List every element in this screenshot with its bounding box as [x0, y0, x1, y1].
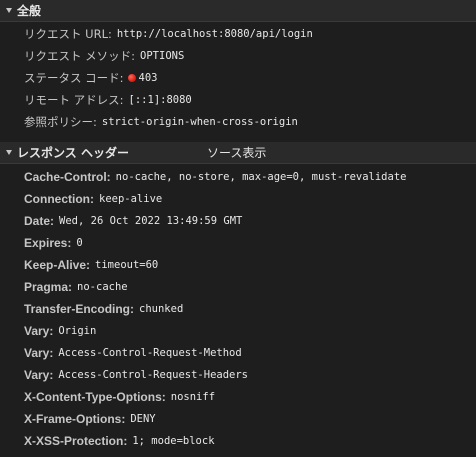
header-value: no-cache, no-store, max-age=0, must-reva…: [115, 171, 407, 183]
response-header-row: Pragma: no-cache: [24, 278, 128, 296]
triangle-down-icon[interactable]: [6, 8, 12, 13]
response-header-row: X-Frame-Options: DENY: [24, 410, 156, 428]
header-value: no-cache: [77, 281, 128, 293]
header-key: Vary:: [24, 368, 54, 382]
response-headers-section-header[interactable]: レスポンス ヘッダー ソース表示: [0, 142, 476, 164]
header-value: DENY: [130, 413, 156, 425]
header-value: nosniff: [170, 391, 216, 403]
view-source-link[interactable]: ソース表示: [207, 142, 266, 163]
header-key: ステータス コード:: [24, 71, 124, 85]
general-row-request-method: リクエスト メソッド: OPTIONS: [24, 47, 184, 65]
header-key: Vary:: [24, 346, 54, 360]
header-key: Keep-Alive:: [24, 258, 91, 272]
response-header-row: Vary: Access-Control-Request-Method: [24, 344, 242, 362]
response-header-row: Cache-Control: no-cache, no-store, max-a…: [24, 168, 406, 186]
header-value: timeout=60: [95, 259, 159, 271]
response-headers-section-title: レスポンス ヘッダー: [17, 146, 129, 160]
response-header-row: Transfer-Encoding: chunked: [24, 300, 183, 318]
header-key: X-Content-Type-Options:: [24, 390, 166, 404]
header-key: 参照ポリシー:: [24, 115, 97, 129]
header-value: chunked: [139, 303, 184, 315]
header-value: 0: [76, 237, 83, 249]
header-value: Wed, 26 Oct 2022 13:49:59 GMT: [59, 215, 243, 227]
header-value: Access-Control-Request-Headers: [58, 369, 249, 381]
general-row-status-code: ステータス コード: 403: [24, 69, 158, 87]
response-header-row: X-Content-Type-Options: nosniff: [24, 388, 215, 406]
header-key: リクエスト URL:: [24, 27, 112, 41]
header-key: Expires:: [24, 236, 72, 250]
header-key: Transfer-Encoding:: [24, 302, 135, 316]
general-row-request-url: リクエスト URL: http://localhost:8080/api/log…: [24, 25, 313, 43]
header-value: OPTIONS: [140, 50, 185, 62]
general-row-remote-address: リモート アドレス: [::1]:8080: [24, 91, 192, 109]
response-header-row: Vary: Access-Control-Request-Headers: [24, 366, 248, 384]
header-value: http://localhost:8080/api/login: [116, 28, 313, 40]
response-header-row: Expires: 0: [24, 234, 83, 252]
header-value: Origin: [58, 325, 97, 337]
devtools-headers-panel: 全般 リクエスト URL: http://localhost:8080/api/…: [0, 0, 476, 457]
status-dot-icon: [127, 74, 136, 82]
general-section-header[interactable]: 全般: [0, 0, 476, 22]
response-header-row: X-XSS-Protection: 1; mode=block: [24, 432, 215, 450]
response-header-row: Date: Wed, 26 Oct 2022 13:49:59 GMT: [24, 212, 242, 230]
header-key: Date:: [24, 214, 55, 228]
header-key: リモート アドレス:: [24, 93, 124, 107]
general-row-referrer-policy: 参照ポリシー: strict-origin-when-cross-origin: [24, 113, 298, 131]
triangle-down-icon[interactable]: [6, 150, 12, 155]
header-value: Access-Control-Request-Method: [58, 347, 242, 359]
header-value: strict-origin-when-cross-origin: [101, 116, 298, 128]
header-value: 1; mode=block: [132, 435, 215, 447]
status-code-value: 403: [138, 72, 158, 84]
response-header-row: Vary: Origin: [24, 322, 96, 340]
header-value: keep-alive: [99, 193, 163, 205]
header-key: Connection:: [24, 192, 94, 206]
header-key: Cache-Control:: [24, 170, 111, 184]
header-key: X-XSS-Protection:: [24, 434, 128, 448]
header-key: Vary:: [24, 324, 54, 338]
header-value: [::1]:8080: [128, 94, 192, 106]
general-section-title: 全般: [17, 4, 42, 18]
header-key: X-Frame-Options:: [24, 412, 126, 426]
response-header-row: Connection: keep-alive: [24, 190, 162, 208]
response-header-row: Keep-Alive: timeout=60: [24, 256, 158, 274]
header-key: リクエスト メソッド:: [24, 49, 136, 63]
header-key: Pragma:: [24, 280, 73, 294]
